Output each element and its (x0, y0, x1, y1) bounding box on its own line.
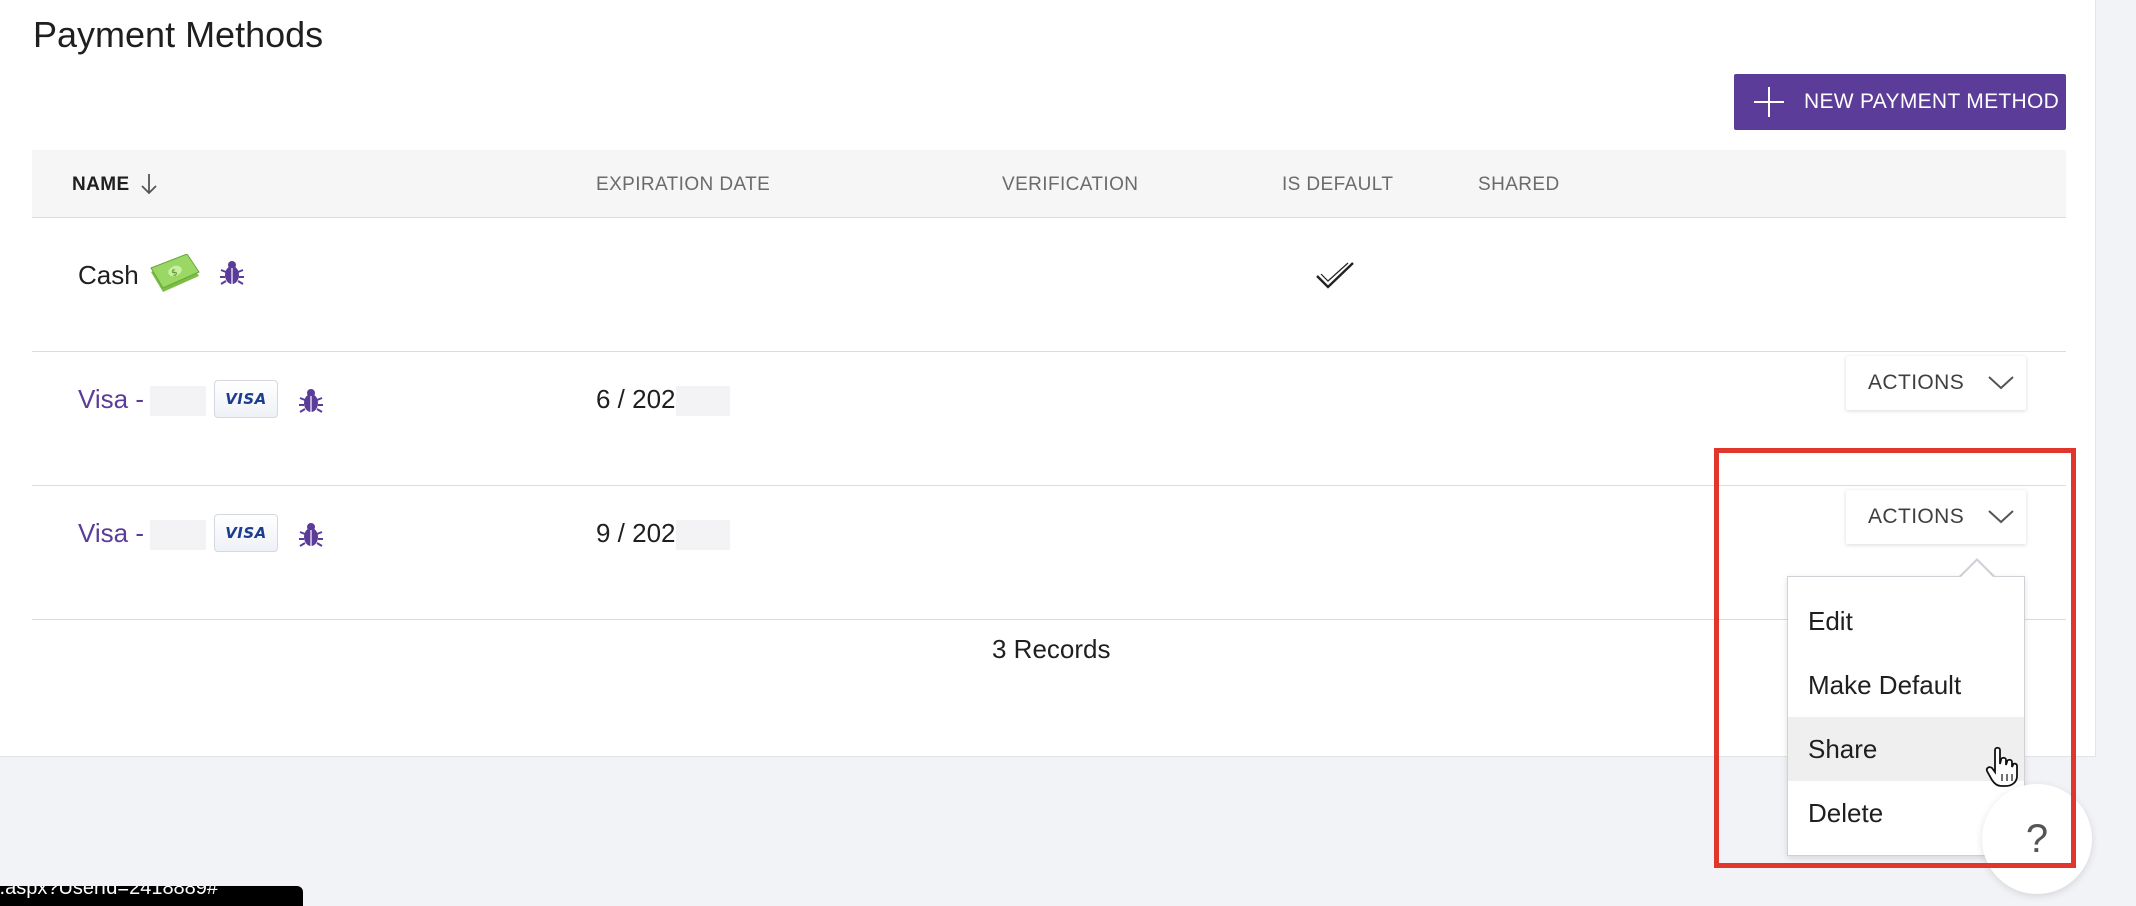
actions-dropdown-button[interactable]: ACTIONS (1846, 490, 2026, 544)
redacted-card-digits (150, 386, 206, 417)
actions-dropdown-button[interactable]: ACTIONS (1846, 356, 2026, 410)
column-header-shared[interactable]: SHARED (1478, 174, 1560, 196)
payment-name-link[interactable]: Visa - (78, 384, 206, 417)
chevron-down-icon (1988, 510, 2014, 524)
page-title: Payment Methods (33, 14, 324, 55)
table-row: Visa - VISA 9 / 202 ACTIONS (32, 486, 2066, 620)
column-header-name[interactable]: NAME (72, 174, 130, 196)
column-header-verification[interactable]: VERIFICATION (1002, 174, 1138, 196)
table-header: NAME EXPIRATION DATE VERIFICATION IS DEF… (32, 150, 2066, 218)
visa-card-icon: VISA (214, 514, 278, 552)
new-payment-method-label: NEW PAYMENT METHOD (1804, 90, 2060, 113)
visa-card-icon: VISA (214, 380, 278, 418)
expiration-date: 9 / 202 (596, 518, 730, 551)
default-check-icon (1316, 262, 1354, 289)
new-payment-method-button[interactable]: NEW PAYMENT METHOD (1734, 74, 2066, 130)
payment-name-link[interactable]: Visa - (78, 518, 206, 551)
hand-pointer-icon (1985, 746, 2018, 787)
payment-methods-card: Payment Methods NEW PAYMENT METHOD NAME … (0, 0, 2096, 757)
status-bar-url: t.aspx?UserId=2418889# (0, 886, 303, 906)
column-header-is-default[interactable]: IS DEFAULT (1282, 174, 1393, 196)
menu-item-edit[interactable]: Edit (1788, 589, 2024, 653)
table-row: Visa - VISA 6 / 202 ACTIONS (32, 352, 2066, 486)
help-button[interactable]: ? (1982, 784, 2092, 894)
redacted-card-digits (150, 520, 206, 551)
actions-label: ACTIONS (1868, 371, 1965, 394)
payment-name-cash: Cash (78, 260, 139, 290)
chevron-down-icon (1988, 376, 2014, 390)
column-header-expiration-date[interactable]: EXPIRATION DATE (596, 174, 770, 196)
plus-icon (1754, 87, 1784, 117)
sort-descending-icon[interactable] (140, 172, 158, 196)
bug-icon[interactable] (219, 258, 245, 286)
cash-money-icon: $ (150, 254, 200, 292)
table-row: Cash $ (32, 218, 2066, 352)
bug-icon[interactable] (298, 520, 324, 548)
menu-item-make-default[interactable]: Make Default (1788, 653, 2024, 717)
records-count: 3 Records (992, 634, 1111, 664)
redacted-year (675, 520, 730, 551)
redacted-year (675, 386, 730, 417)
actions-label: ACTIONS (1868, 505, 1965, 528)
bug-icon[interactable] (298, 386, 324, 414)
menu-caret-inner (1960, 561, 1994, 578)
expiration-date: 6 / 202 (596, 384, 730, 417)
